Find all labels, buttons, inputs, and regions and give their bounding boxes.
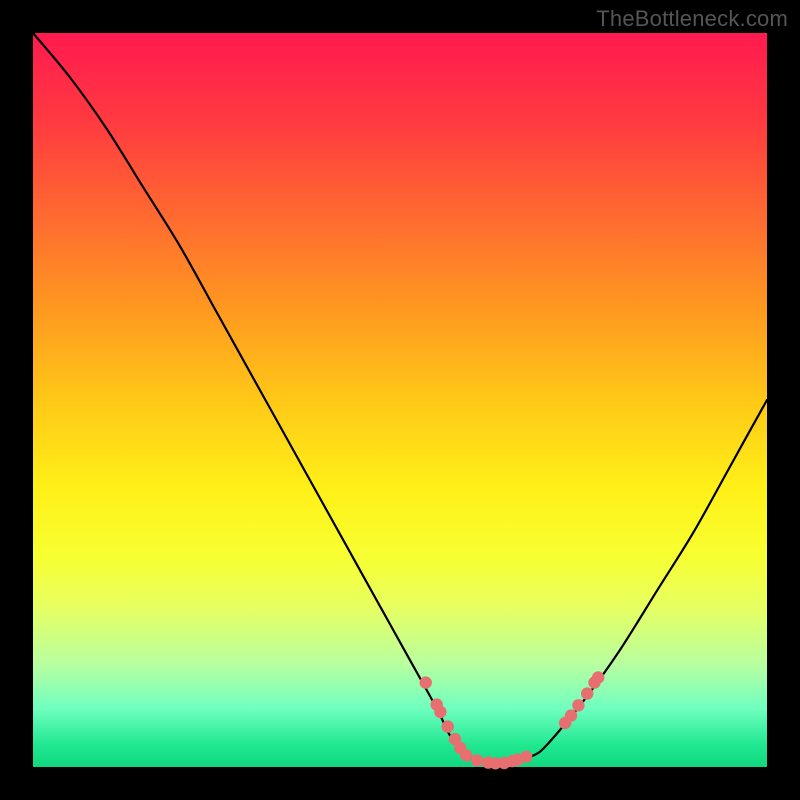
plot-area [33,33,767,767]
bottleneck-curve [33,33,767,764]
curve-marker [565,709,577,721]
curve-marker [520,751,532,763]
bottleneck-curve-svg [33,33,767,767]
curve-markers [420,671,605,769]
curve-marker [460,749,472,761]
curve-marker [442,720,454,732]
curve-marker [572,699,584,711]
curve-marker [471,754,483,766]
curve-marker [581,687,593,699]
curve-marker [434,706,446,718]
chart-frame: TheBottleneck.com [0,0,800,800]
watermark-text: TheBottleneck.com [596,6,788,32]
curve-marker [420,676,432,688]
curve-marker [592,671,604,683]
